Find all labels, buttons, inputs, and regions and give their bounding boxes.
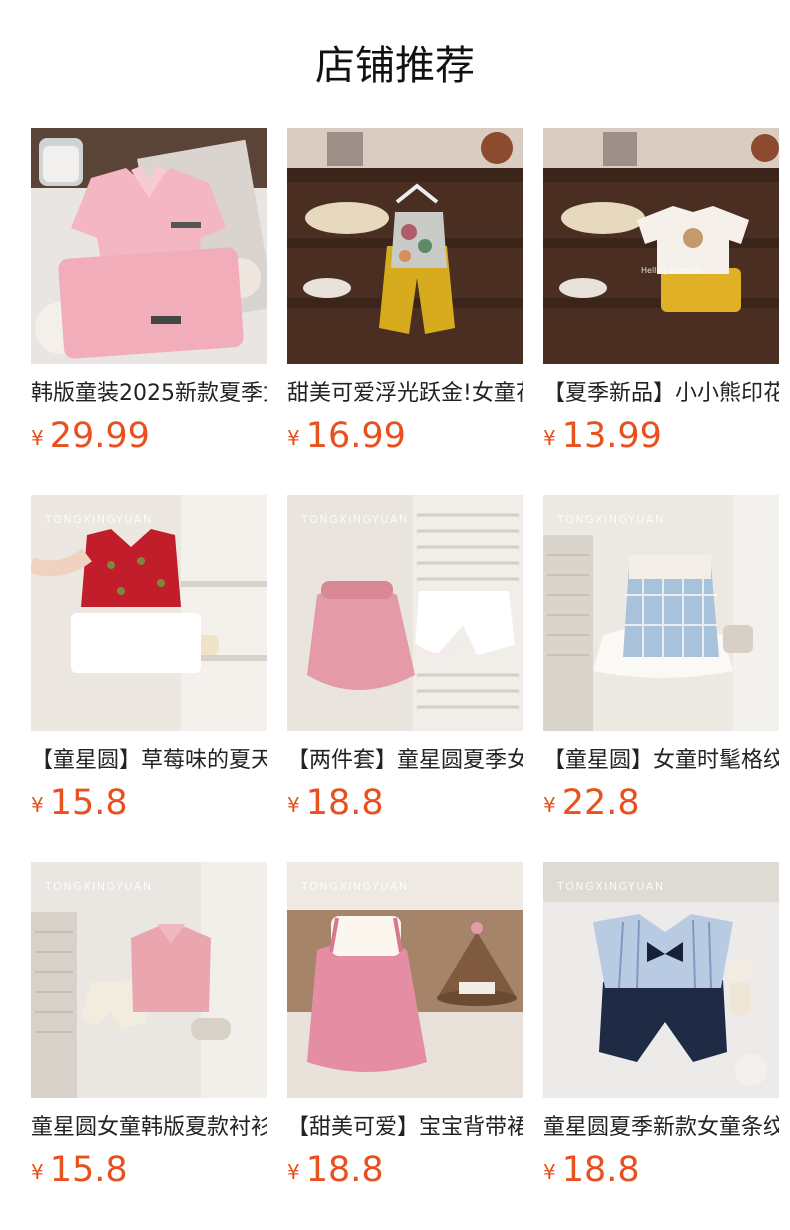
product-price: ¥15.8 (31, 781, 128, 825)
product-image[interactable]: TONGXINGYUAN (31, 495, 267, 731)
product-name[interactable]: 【甜美可爱】宝宝背带裙套装 (287, 1112, 523, 1144)
watermark: TONGXINGYUAN (300, 513, 409, 526)
product-price: ¥18.8 (543, 1148, 640, 1192)
currency-symbol: ¥ (31, 1160, 44, 1184)
currency-symbol: ¥ (31, 793, 44, 817)
product-name[interactable]: 甜美可爱浮光跃金!女童花朵吊带套装 (287, 378, 523, 410)
product-image[interactable]: TONGXINGYUAN (31, 862, 267, 1098)
product-price: ¥18.8 (287, 1148, 384, 1192)
product-card[interactable]: TONGXINGYUAN 【甜美可爱】宝宝背带裙套装 ¥18.8 (287, 862, 523, 1229)
currency-symbol: ¥ (287, 1160, 300, 1184)
price-value: 18.8 (561, 1150, 640, 1190)
page-title: 店铺推荐 (315, 43, 475, 89)
currency-symbol: ¥ (543, 793, 556, 817)
product-card[interactable]: TONGXINGYUAN 童星圆女童韩版夏款衬衫短裤套装 ¥15.8 (31, 862, 267, 1229)
currency-symbol: ¥ (287, 793, 300, 817)
product-card[interactable]: 韩版童装2025新款夏季女童polo领短袖套装 ¥29.99 (31, 128, 267, 495)
product-price: ¥22.8 (543, 781, 640, 825)
price-value: 29.99 (49, 416, 150, 456)
product-name[interactable]: 韩版童装2025新款夏季女童polo领短袖套装 (31, 378, 267, 410)
product-name[interactable]: 【童星圆】草莓味的夏天针织背心套装 (31, 745, 267, 777)
product-image[interactable]: TONGXINGYUAN (543, 862, 779, 1098)
price-value: 15.8 (49, 1150, 128, 1190)
product-price: ¥29.99 (31, 414, 150, 458)
product-price: ¥18.8 (287, 781, 384, 825)
product-card[interactable]: Hello | summer 【夏季新品】小小熊印花短袖套装 ¥13.99 (543, 128, 779, 495)
product-image[interactable]: Hello | summer (543, 128, 779, 364)
product-image[interactable]: TONGXINGYUAN (287, 862, 523, 1098)
currency-symbol: ¥ (543, 1160, 556, 1184)
watermark: TONGXINGYUAN (556, 513, 665, 526)
product-card[interactable]: 甜美可爱浮光跃金!女童花朵吊带套装 ¥16.99 (287, 128, 523, 495)
product-price: ¥16.99 (287, 414, 406, 458)
price-value: 13.99 (561, 416, 662, 456)
watermark: TONGXINGYUAN (44, 513, 153, 526)
product-price: ¥13.99 (543, 414, 662, 458)
product-image[interactable] (287, 128, 523, 364)
product-image[interactable] (31, 128, 267, 364)
product-card[interactable]: TONGXINGYUAN 【两件套】童星圆夏季女童吊带套装 ¥18.8 (287, 495, 523, 862)
svg-text:Hello | summer: Hello | summer (641, 266, 703, 275)
product-card[interactable]: TONGXINGYUAN 【童星圆】草莓味的夏天针织背心套装 ¥15.8 (31, 495, 267, 862)
product-image[interactable]: TONGXINGYUAN (543, 495, 779, 731)
price-value: 16.99 (305, 416, 406, 456)
product-image[interactable]: TONGXINGYUAN (287, 495, 523, 731)
product-grid: 韩版童装2025新款夏季女童polo领短袖套装 ¥29.99 (31, 128, 779, 1229)
price-value: 18.8 (305, 1150, 384, 1190)
product-name[interactable]: 童星圆夏季新款女童条纹衬衫套装 (543, 1112, 779, 1144)
product-price: ¥15.8 (31, 1148, 128, 1192)
product-card[interactable]: TONGXINGYUAN 童星圆夏季新款女童条纹衬衫套装 ¥18.8 (543, 862, 779, 1229)
currency-symbol: ¥ (543, 426, 556, 450)
currency-symbol: ¥ (31, 426, 44, 450)
product-name[interactable]: 【两件套】童星圆夏季女童吊带套装 (287, 745, 523, 777)
price-value: 15.8 (49, 783, 128, 823)
price-value: 22.8 (561, 783, 640, 823)
product-card[interactable]: TONGXINGYUAN 【童星圆】女童时髦格纹蕾丝套装 ¥22.8 (543, 495, 779, 862)
product-name[interactable]: 【夏季新品】小小熊印花短袖套装 (543, 378, 779, 410)
watermark: TONGXINGYUAN (44, 880, 153, 893)
watermark: TONGXINGYUAN (300, 880, 409, 893)
price-value: 18.8 (305, 783, 384, 823)
watermark: TONGXINGYUAN (556, 880, 665, 893)
currency-symbol: ¥ (287, 426, 300, 450)
product-name[interactable]: 童星圆女童韩版夏款衬衫短裤套装 (31, 1112, 267, 1144)
product-name[interactable]: 【童星圆】女童时髦格纹蕾丝套装 (543, 745, 779, 777)
